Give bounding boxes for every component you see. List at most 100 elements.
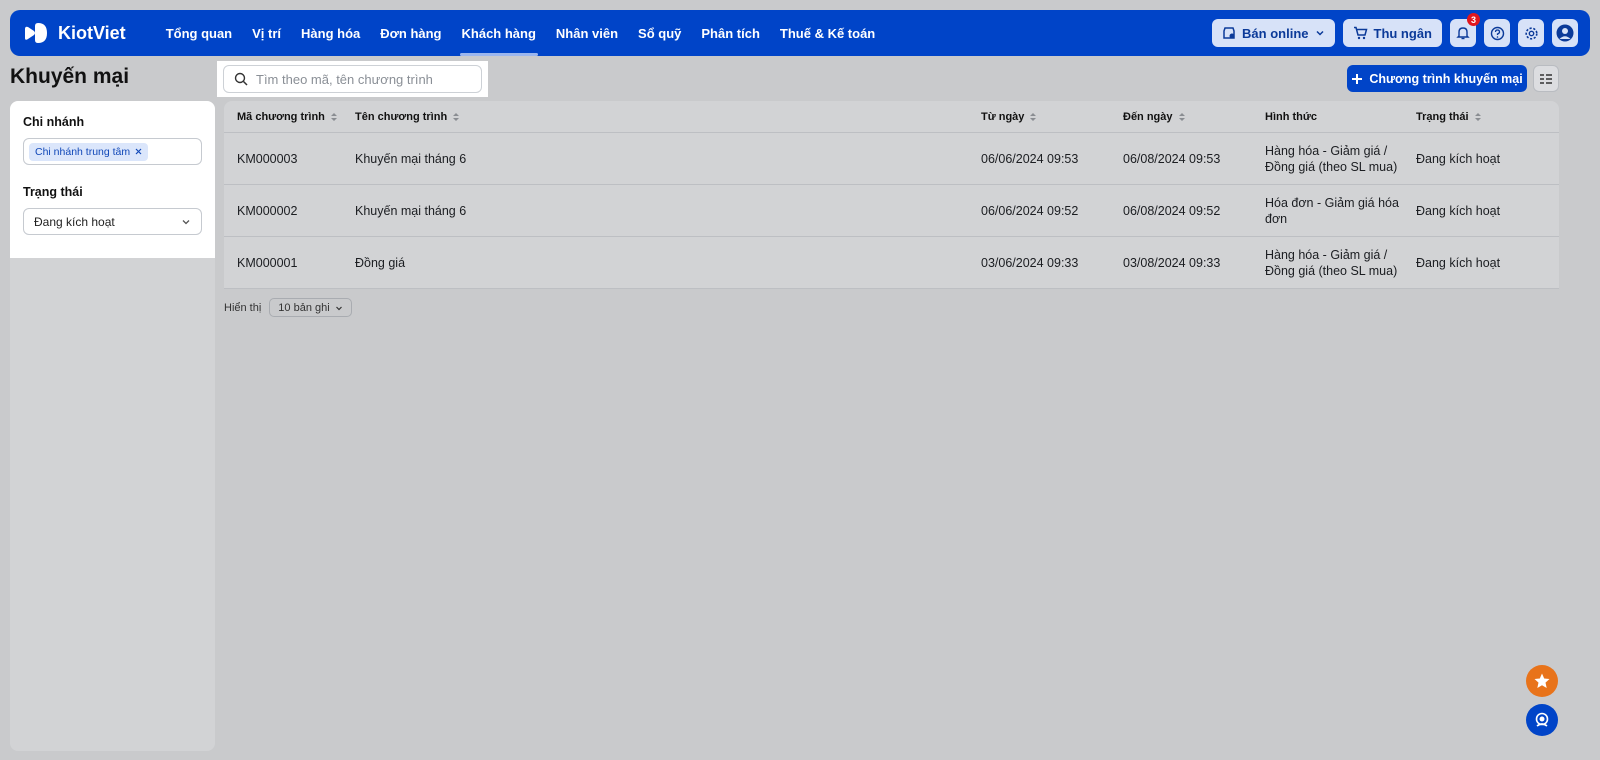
table-header: Mã chương trình Tên chương trình Từ ngày… [224, 101, 1559, 133]
close-icon[interactable] [135, 148, 142, 155]
col-name-label: Tên chương trình [355, 110, 448, 123]
col-to-header[interactable]: Đến ngày [1110, 111, 1252, 123]
chevron-down-icon [1315, 30, 1324, 36]
cell-status: Đang kích hoạt [1416, 151, 1501, 166]
sort-icon [330, 112, 338, 122]
star-icon [1534, 673, 1550, 688]
user-icon [1556, 24, 1574, 42]
help-icon [1490, 26, 1504, 40]
cell-to: 03/08/2024 09:33 [1123, 255, 1221, 270]
bell-icon [1456, 27, 1470, 40]
cell-name: Khuyến mại tháng 6 [355, 151, 467, 166]
branch-tag-label: Chi nhánh trung tâm [35, 145, 131, 158]
menu-tong-quan[interactable]: Tổng quan [156, 10, 242, 56]
cashier-button[interactable]: Thu ngân [1342, 19, 1442, 47]
main-menu: Tổng quan Vị trí Hàng hóa Đơn hàng Khách… [156, 10, 886, 56]
support-icon [1535, 712, 1549, 727]
sell-online-button[interactable]: Bán online [1212, 19, 1335, 47]
gear-icon [1524, 26, 1538, 40]
branch-filter-label: Chi nhánh [23, 115, 85, 129]
col-from-label: Từ ngày [981, 110, 1025, 123]
menu-phan-tich[interactable]: Phân tích [691, 10, 770, 56]
top-nav: KiotViet Tổng quan Vị trí Hàng hóa Đơn h… [10, 10, 1590, 56]
col-from-header[interactable]: Từ ngày [968, 111, 1110, 123]
cell-name: Đồng giá [355, 255, 406, 270]
cell-code: KM000002 [237, 203, 298, 218]
pagination: Hiển thị 10 bản ghi [224, 298, 352, 317]
notification-button[interactable]: 3 [1450, 13, 1480, 47]
search-container: Tìm theo mã, tên chương trình [217, 61, 488, 97]
filter-panel: Chi nhánh Chi nhánh trung tâm Trạng thái… [10, 101, 215, 258]
sort-icon [1474, 112, 1482, 122]
page-title: Khuyến mại [10, 65, 130, 88]
sell-online-label: Bán online [1242, 25, 1309, 41]
cell-status: Đang kích hoạt [1416, 203, 1501, 218]
col-status-label: Trạng thái [1416, 110, 1469, 123]
col-code-label: Mã chương trình [237, 110, 325, 123]
status-filter-select[interactable]: Đang kích hoạt [23, 208, 202, 235]
menu-so-quy[interactable]: Sổ quỹ [628, 10, 691, 56]
sort-icon [1029, 112, 1037, 122]
sort-icon [452, 112, 460, 122]
filter-sidebar: Chi nhánh Chi nhánh trung tâm Trạng thái… [10, 101, 215, 751]
brand-logo[interactable]: KiotViet [22, 19, 126, 47]
col-name-header[interactable]: Tên chương trình [342, 111, 968, 123]
settings-button[interactable] [1518, 19, 1544, 47]
col-type-label: Hình thức [1265, 110, 1317, 123]
menu-don-hang[interactable]: Đơn hàng [370, 10, 451, 56]
menu-hang-hoa[interactable]: Hàng hóa [291, 10, 370, 56]
user-menu-button[interactable] [1552, 19, 1578, 47]
cell-from: 03/06/2024 09:33 [981, 255, 1079, 270]
col-to-label: Đến ngày [1123, 110, 1173, 123]
cell-name: Khuyến mại tháng 6 [355, 203, 467, 218]
menu-khach-hang[interactable]: Khách hàng [452, 10, 546, 56]
kiotviet-logo-icon [25, 23, 47, 43]
chevron-down-icon [335, 306, 342, 310]
sort-icon [1178, 112, 1186, 122]
chevron-down-icon [182, 219, 190, 224]
table-row[interactable]: KM000001 Đồng giá 03/06/2024 09:33 03/08… [224, 237, 1559, 289]
table-row[interactable]: KM000003 Khuyến mại tháng 6 06/06/2024 0… [224, 133, 1559, 185]
add-promotion-button[interactable]: Chương trình khuyến mại [1347, 65, 1527, 92]
cell-type: Hóa đơn - Giảm giá hóa đơn [1265, 195, 1399, 226]
nav-actions: Bán online Thu ngân 3 [1212, 13, 1578, 47]
page-size-value: 10 bản ghi [278, 301, 330, 314]
cell-status: Đang kích hoạt [1416, 255, 1501, 270]
cell-from: 06/06/2024 09:53 [981, 151, 1079, 166]
notification-badge: 3 [1467, 13, 1480, 26]
cell-to: 06/08/2024 09:52 [1123, 203, 1221, 218]
cart-icon [1353, 26, 1367, 40]
columns-icon [1540, 73, 1552, 84]
cell-type: Hàng hóa - Giảm giá / Đồng giá (theo SL … [1265, 143, 1398, 174]
brand-name: KiotViet [58, 22, 126, 43]
help-button[interactable] [1484, 19, 1510, 47]
col-code-header[interactable]: Mã chương trình [224, 111, 342, 123]
cell-from: 06/06/2024 09:52 [981, 203, 1079, 218]
shop-icon [1223, 27, 1235, 39]
cell-type: Hàng hóa - Giảm giá / Đồng giá (theo SL … [1265, 247, 1398, 278]
status-filter-value: Đang kích hoạt [34, 214, 115, 229]
plus-icon [1352, 73, 1363, 84]
favorite-fab[interactable] [1526, 665, 1558, 697]
add-promotion-label: Chương trình khuyến mại [1369, 71, 1523, 86]
cell-code: KM000001 [237, 255, 298, 270]
status-filter-label: Trạng thái [23, 185, 83, 199]
cashier-label: Thu ngân [1373, 25, 1433, 41]
branch-tag: Chi nhánh trung tâm [29, 142, 149, 161]
search-icon [234, 72, 248, 86]
table-row[interactable]: KM000002 Khuyến mại tháng 6 06/06/2024 0… [224, 185, 1559, 237]
menu-thue-ke-toan[interactable]: Thuế & Kế toán [770, 10, 885, 56]
page-size-label: Hiển thị [224, 301, 262, 314]
branch-filter-input[interactable]: Chi nhánh trung tâm [23, 138, 202, 165]
search-placeholder: Tìm theo mã, tên chương trình [256, 71, 433, 87]
menu-vi-tri[interactable]: Vị trí [242, 10, 291, 56]
menu-nhan-vien[interactable]: Nhân viên [546, 10, 628, 56]
column-settings-button[interactable] [1533, 65, 1559, 92]
page-size-select[interactable]: 10 bản ghi [269, 298, 352, 317]
col-type-header: Hình thức [1252, 109, 1403, 125]
support-fab[interactable] [1526, 704, 1558, 736]
col-status-header[interactable]: Trạng thái [1403, 111, 1559, 123]
cell-to: 06/08/2024 09:53 [1123, 151, 1221, 166]
search-input[interactable]: Tìm theo mã, tên chương trình [223, 65, 482, 93]
promotion-table: Mã chương trình Tên chương trình Từ ngày… [224, 101, 1559, 289]
